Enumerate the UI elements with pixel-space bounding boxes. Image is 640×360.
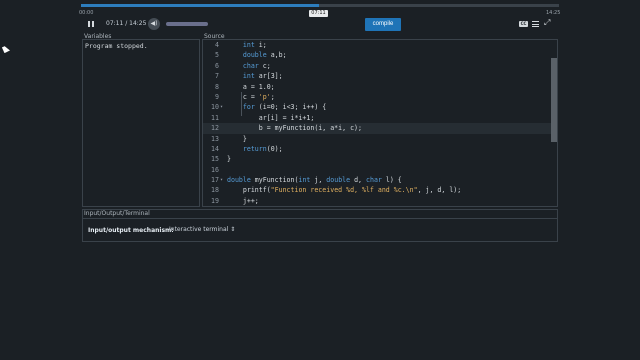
code-line[interactable]: 19 j++; [203, 196, 557, 206]
code-text: double a,b; [242, 51, 287, 60]
code-line[interactable]: 11 ar[i] = i*i+1; [203, 113, 557, 123]
code-line[interactable]: 8 a = 1.0; [203, 82, 557, 92]
line-number: 11 [211, 113, 219, 122]
timeline-end-time: 14:25 [546, 10, 561, 16]
code-text: } [227, 155, 231, 164]
code-line[interactable]: 7 int ar[3]; [203, 71, 557, 81]
line-number: 13 [211, 134, 219, 143]
io-panel: Input/output mechanism: Interactive term… [82, 209, 558, 242]
line-number: 18 [211, 186, 219, 195]
line-number: 19 [211, 196, 219, 205]
code-text: printf("Function received %d, %lf and %c… [227, 186, 462, 195]
io-mechanism-select[interactable]: Interactive terminal ⇕ [169, 226, 235, 233]
line-number: 4 [215, 41, 219, 49]
code-text: a = 1.0; [227, 82, 275, 91]
io-mechanism-label: Input/output mechanism: [88, 227, 174, 234]
menu-icon[interactable] [532, 21, 539, 27]
code-line[interactable]: 12 b = myFunction(i, a*i, c); [203, 123, 557, 134]
timeline-hover-time: 07:11 [309, 10, 328, 17]
pause-icon[interactable] [88, 21, 94, 27]
code-line[interactable]: 10 ▾ for (i=0; i<3; i++) { [203, 102, 557, 112]
code-text: } [227, 134, 247, 143]
code-line[interactable]: 16 [203, 165, 557, 175]
code-line[interactable]: 4 int i; [203, 40, 557, 50]
source-editor[interactable]: 4 int i; 5 double a,b; 6 char c; 7 int ar[3… [202, 39, 558, 207]
video-timeline[interactable] [81, 4, 559, 7]
line-number: 10 [211, 103, 219, 112]
code-lines[interactable]: 4 int i; 5 double a,b; 6 char c; 7 int ar[3… [203, 40, 557, 206]
indent-guide [241, 92, 242, 116]
line-number: 17 [211, 176, 219, 185]
code-text: j++; [227, 196, 259, 205]
line-number: 14 [211, 144, 219, 153]
line-number: 9 [215, 92, 219, 101]
volume-icon[interactable]: ◀) [148, 18, 160, 30]
code-text: int ar[3]; [242, 72, 283, 81]
fold-icon[interactable]: ▾ [220, 175, 223, 185]
line-number: 16 [211, 165, 219, 174]
code-line[interactable]: 18 printf("Function received %d, %lf and… [203, 185, 557, 195]
code-line[interactable]: 13 } [203, 134, 557, 144]
source-scrollbar[interactable] [551, 58, 557, 142]
code-line[interactable]: 15} [203, 154, 557, 164]
mouse-cursor-icon [2, 45, 10, 53]
code-line[interactable]: 5 double a,b; [203, 50, 557, 60]
compile-button[interactable]: compile [365, 18, 401, 31]
line-number: 5 [215, 51, 219, 60]
code-text: double myFunction(int j, double d, char … [227, 176, 402, 185]
variables-panel: Program stopped. [82, 39, 200, 207]
variables-output: Program stopped. [85, 42, 148, 50]
io-header-bar [83, 210, 557, 219]
line-number: 6 [215, 61, 219, 70]
closed-captions-icon[interactable]: CC [519, 21, 528, 27]
code-text: c = 'p'; [227, 92, 275, 101]
line-number: 12 [211, 124, 219, 133]
code-text: b = myFunction(i, a*i, c); [227, 124, 362, 133]
fold-icon[interactable]: ▾ [220, 102, 223, 112]
timeline-progress [81, 4, 320, 7]
code-line[interactable]: 6 char c; [203, 61, 557, 71]
volume-slider[interactable] [166, 22, 208, 26]
line-number: 8 [215, 82, 219, 91]
code-text: int i; [242, 41, 267, 49]
io-title: Input/Output/Terminal [84, 210, 150, 217]
code-line[interactable]: 9 c = 'p'; [203, 92, 557, 102]
line-number: 15 [211, 155, 219, 164]
fullscreen-icon[interactable]: ⤢ [544, 19, 550, 27]
code-text: char c; [242, 61, 271, 70]
code-line[interactable]: 14 return(0); [203, 144, 557, 154]
code-text: return(0); [242, 144, 283, 153]
time-display: 07:11 / 14:25 [106, 20, 147, 27]
timeline-start-time: 00:00 [79, 10, 94, 16]
code-line[interactable]: 17 ▾ double myFunction(int j, double d, ch… [203, 175, 557, 185]
line-number: 7 [215, 72, 219, 81]
